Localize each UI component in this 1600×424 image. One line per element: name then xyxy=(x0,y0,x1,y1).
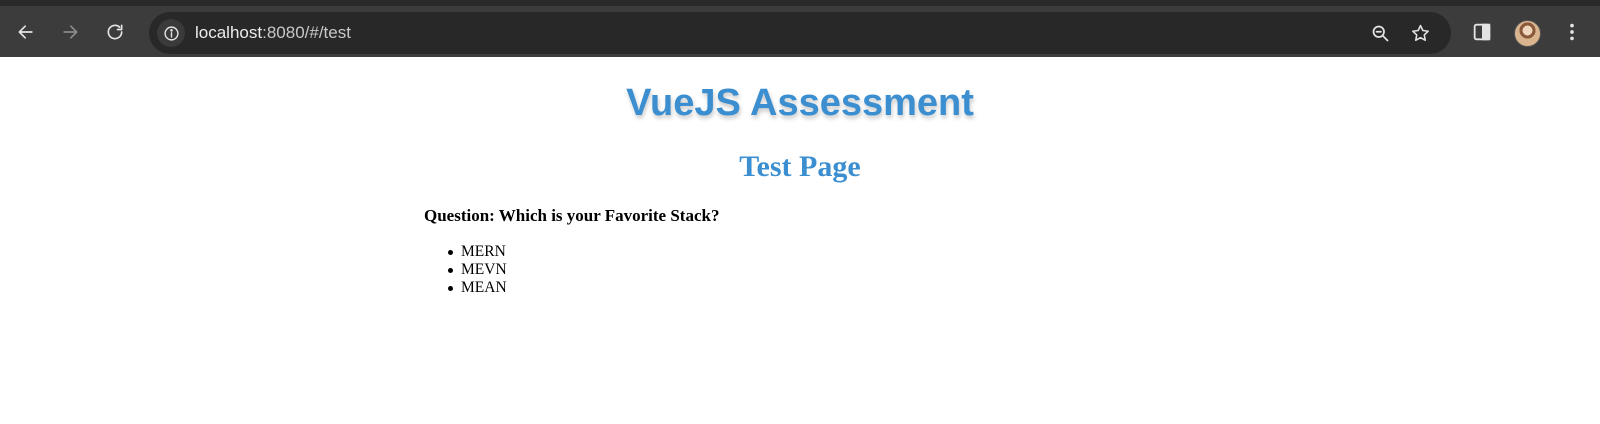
back-button[interactable] xyxy=(9,15,43,49)
options-list: MERN MEVN MEAN xyxy=(424,243,507,297)
url-text[interactable]: localhost:8080/#/test xyxy=(195,23,351,43)
reload-icon xyxy=(107,24,123,40)
url-path: :8080/#/test xyxy=(262,23,351,42)
address-bar[interactable]: localhost:8080/#/test xyxy=(149,12,1451,54)
bookmark-star-icon[interactable] xyxy=(1408,21,1432,45)
site-info-icon[interactable] xyxy=(157,19,185,47)
page-title: VueJS Assessment xyxy=(626,82,974,124)
zoom-icon[interactable] xyxy=(1368,21,1392,45)
option-item: MEAN xyxy=(424,279,507,297)
profile-avatar[interactable] xyxy=(1514,20,1541,47)
arrow-left-icon xyxy=(18,25,33,39)
question-text: Question: Which is your Favorite Stack? xyxy=(424,206,720,225)
url-host: localhost xyxy=(195,23,263,42)
reload-button[interactable] xyxy=(98,15,132,49)
option-item: MEVN xyxy=(424,261,507,279)
browser-toolbar: localhost:8080/#/test xyxy=(0,0,1600,57)
menu-kebab-icon[interactable] xyxy=(1558,18,1586,46)
forward-button[interactable] xyxy=(53,15,87,49)
page-subtitle: Test Page xyxy=(739,150,861,183)
side-panel-icon[interactable] xyxy=(1468,18,1496,46)
arrow-right-icon xyxy=(63,25,78,39)
option-item: MERN xyxy=(424,243,507,261)
